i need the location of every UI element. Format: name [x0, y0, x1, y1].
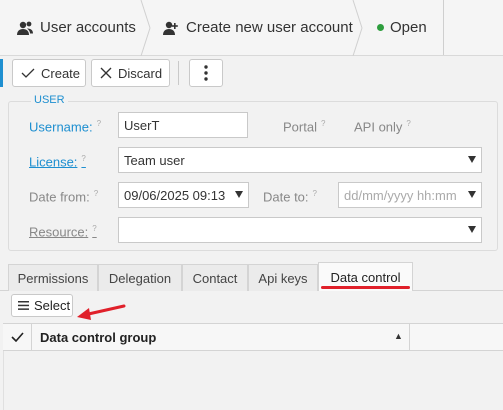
select-all-checkbox[interactable]	[3, 323, 32, 351]
date-to-input[interactable]: dd/mm/yyyy hh:mm	[338, 182, 482, 208]
add-user-icon	[162, 20, 180, 36]
sort-ascending-icon[interactable]: ▲	[394, 331, 403, 341]
vertical-ellipsis-icon	[204, 65, 208, 81]
api-only-label: API only?	[354, 119, 411, 135]
breadcrumb-item-user-accounts[interactable]: User accounts	[16, 0, 136, 55]
help-icon[interactable]: ?	[313, 189, 317, 198]
breadcrumb-item-create-user[interactable]: Create new user account	[162, 0, 353, 55]
help-icon[interactable]: ?	[97, 119, 101, 128]
toolbar-accent	[0, 59, 3, 87]
grid-body	[3, 351, 503, 410]
breadcrumb-separator	[352, 0, 363, 56]
tab-permissions[interactable]: Permissions	[8, 264, 98, 291]
help-icon[interactable]: ?	[321, 119, 325, 128]
resource-link[interactable]: Resource:?	[29, 224, 97, 239]
date-from-input[interactable]: 09/06/2025 09:13	[118, 182, 249, 208]
status-dot-icon	[377, 24, 384, 31]
create-button[interactable]: Create	[12, 59, 86, 87]
discard-button[interactable]: Discard	[91, 59, 170, 87]
chevron-down-icon	[468, 191, 476, 198]
create-label: Create	[41, 65, 81, 81]
tab-delegation[interactable]: Delegation	[98, 264, 182, 291]
more-actions-button[interactable]	[189, 59, 223, 87]
toolbar-divider	[178, 61, 179, 85]
column-header-data-control-group[interactable]: Data control group	[40, 330, 156, 345]
resource-select[interactable]	[118, 217, 482, 243]
breadcrumb-end-divider	[443, 0, 444, 55]
tab-contact[interactable]: Contact	[182, 264, 248, 291]
annotation-underline	[321, 286, 410, 289]
license-select[interactable]: Team user	[118, 147, 482, 173]
status-label: Open	[390, 19, 427, 36]
annotation-arrow-icon	[77, 304, 126, 320]
help-icon[interactable]: ?	[94, 189, 98, 198]
users-icon	[16, 20, 34, 36]
chevron-down-icon	[468, 226, 476, 233]
date-to-label: Date to:?	[263, 189, 317, 205]
tab-api-keys[interactable]: Api keys	[248, 264, 318, 291]
close-icon	[100, 67, 112, 79]
help-icon[interactable]: ?	[406, 119, 410, 128]
check-icon	[10, 332, 24, 342]
menu-icon	[18, 301, 29, 310]
license-link[interactable]: License:?	[29, 154, 86, 169]
username-input[interactable]: UserT	[118, 112, 248, 138]
check-icon	[21, 68, 35, 78]
fieldset-legend: USER	[31, 94, 68, 106]
select-label: Select	[34, 298, 71, 313]
username-label: Username:?	[29, 119, 102, 135]
column-divider	[409, 323, 410, 351]
chevron-down-icon	[235, 191, 243, 198]
portal-label: Portal?	[283, 119, 326, 135]
status-indicator: Open	[377, 0, 427, 55]
help-icon[interactable]: ?	[81, 154, 85, 163]
breadcrumb-label: User accounts	[40, 19, 136, 36]
date-from-label: Date from:?	[29, 189, 99, 205]
breadcrumb-separator	[140, 0, 151, 56]
breadcrumb-label: Create new user account	[186, 19, 353, 36]
chevron-down-icon	[468, 156, 476, 163]
help-icon[interactable]: ?	[92, 224, 96, 233]
select-button[interactable]: Select	[11, 294, 73, 317]
discard-label: Discard	[118, 65, 163, 81]
